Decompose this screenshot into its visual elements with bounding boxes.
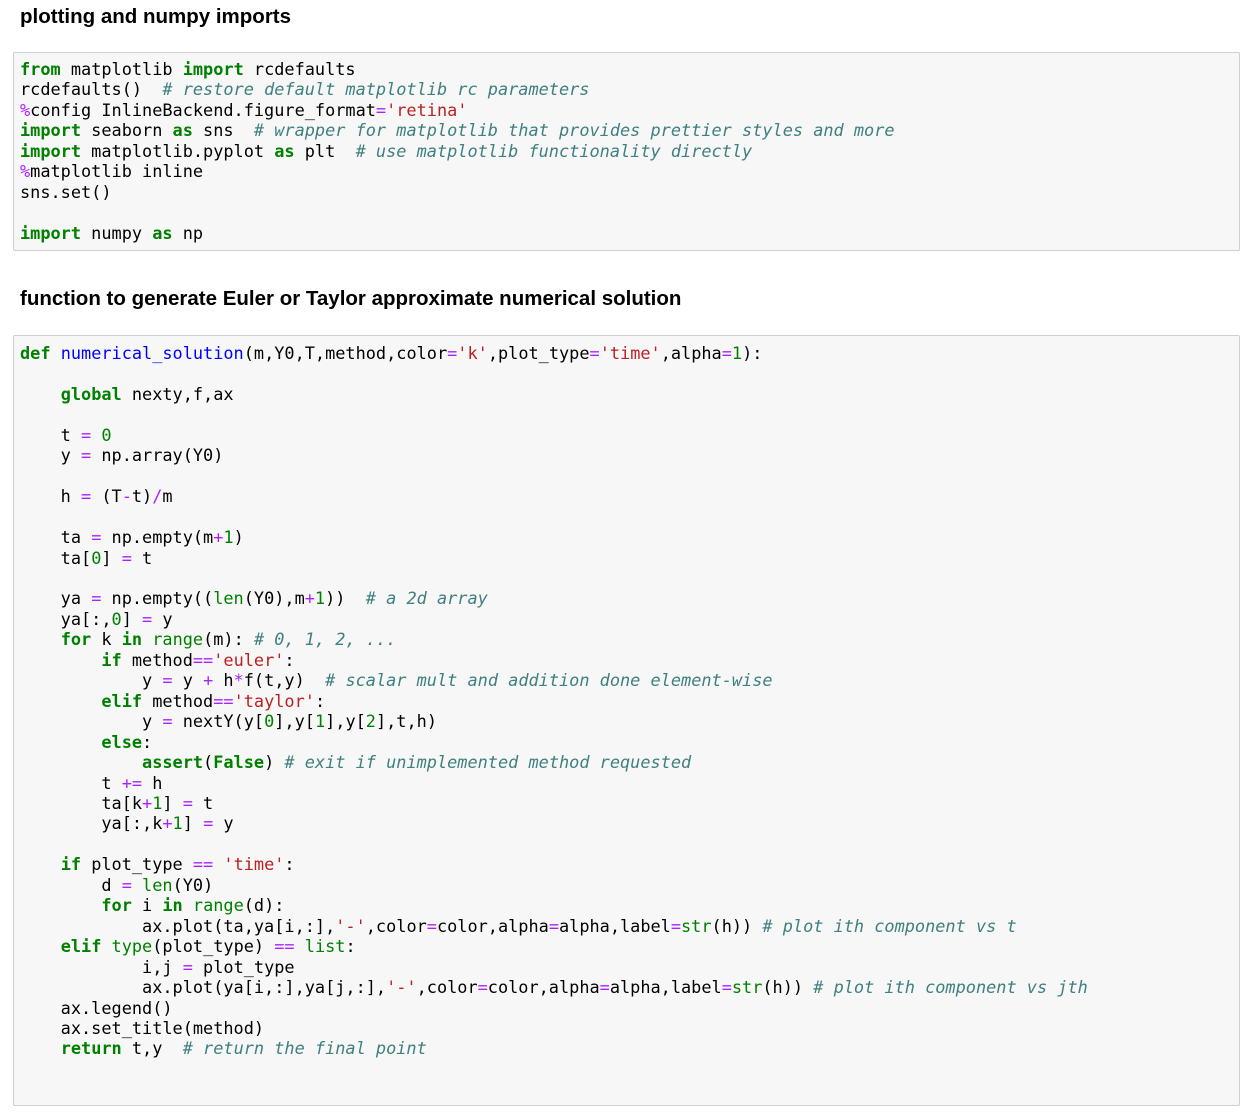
code-line: elif type(plot_type) == list: [60, 936, 356, 957]
code-line: import numpy as np [20, 222, 204, 243]
imports-code-cell[interactable]: from matplotlib import rcdefaults rcdefau… [13, 52, 1240, 251]
code-line: y = nextY(y[0],y[1],y[2],t,h) [20, 711, 437, 732]
code-line: for k in range(m): # 0, 1, 2, ... [60, 629, 397, 650]
code-line: return t,y # return the final point [60, 1038, 427, 1059]
code-line: ​ [20, 202, 1239, 222]
code-line: ta[0] = t [20, 547, 153, 568]
code-line: from matplotlib import rcdefaults [20, 59, 356, 79]
code-line: t += h [20, 772, 163, 793]
code-line: ​ [20, 507, 1239, 527]
code-line: ​ [20, 404, 1239, 424]
code-line: sns.set() [20, 181, 112, 202]
code-line: %matplotlib inline [20, 161, 204, 182]
code-line: ax.plot(ya[i,:],ya[j,:],'-',color=color,… [20, 977, 1088, 998]
code-line: ta[k+1] = t [20, 792, 214, 813]
code-line: ​ [20, 568, 1239, 588]
code-line: d = len(Y0) [20, 874, 214, 895]
code-line: def numerical_solution(m,Y0,T,method,col… [20, 343, 763, 363]
code-line: ax.legend() [20, 997, 173, 1018]
function-heading: function to generate Euler or Taylor app… [20, 287, 682, 310]
imports-heading: plotting and numpy imports [20, 5, 292, 28]
code-line: ya[:,0] = y [20, 608, 173, 629]
code-line: y = np.array(Y0) [20, 445, 224, 466]
code-line: ya[:,k+1] = y [20, 813, 234, 834]
code-line: assert(False) # exit if unimplemented me… [142, 752, 692, 773]
code-line: else: [101, 731, 153, 752]
code-line: if plot_type == 'time': [60, 854, 295, 875]
code-line: ​ [20, 363, 1239, 383]
imports-code: from matplotlib import rcdefaults rcdefau… [14, 53, 1239, 243]
code-line: i,j = plot_type [20, 956, 295, 977]
code-line: h = (T-t)/m [20, 486, 173, 507]
function-code-cell[interactable]: def numerical_solution(m,Y0,T,method,col… [13, 335, 1240, 1106]
code-line: rcdefaults() # restore default matplotli… [20, 79, 590, 100]
code-line: ​ [20, 834, 1239, 854]
code-line: if method=='euler': [101, 649, 295, 670]
code-line: import seaborn as sns # wrapper for matp… [20, 120, 895, 141]
code-line: ya = np.empty((len(Y0),m+1)) # a 2d arra… [20, 588, 488, 609]
code-line: elif method=='taylor': [101, 690, 326, 711]
code-line: ta = np.empty(m+1) [20, 527, 244, 548]
code-line: y = y + h*f(t,y) # scalar mult and addit… [20, 670, 773, 691]
code-line: ​ [20, 466, 1239, 486]
code-line: global nexty,f,ax [60, 383, 234, 404]
code-line: for i in range(d): [101, 895, 285, 916]
code-line: import matplotlib.pyplot as plt # use ma… [20, 140, 753, 161]
code-line: t = 0 [20, 424, 112, 445]
code-line: %config InlineBackend.figure_format='ret… [20, 99, 468, 120]
code-line: ax.set_title(method) [20, 1017, 265, 1038]
function-code: def numerical_solution(m,Y0,T,method,col… [14, 336, 1239, 1059]
code-line: ax.plot(ta,ya[i,:],'-',color=color,alpha… [20, 915, 1017, 936]
